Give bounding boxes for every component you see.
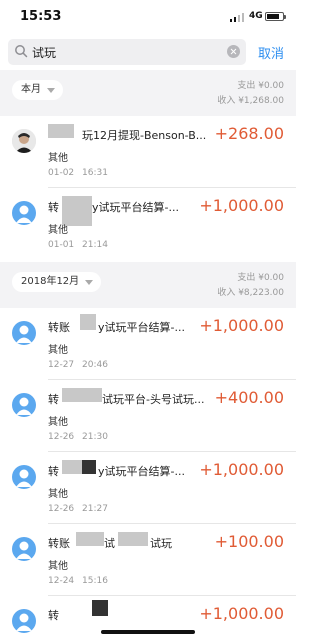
transaction-title-prefix: 转: [48, 201, 59, 214]
transaction-title: 试: [104, 537, 115, 550]
month-label: 本月: [21, 84, 41, 95]
transaction-row[interactable]: 转账 y试玩平台结算-... +1,000.00 其他 12-27 20:46: [0, 308, 296, 380]
status-time: 15:53: [20, 9, 62, 24]
avatar: [12, 321, 36, 345]
transaction-title: 试玩平台-头号试玩...: [102, 393, 205, 406]
month-income: 收入 ¥1,268.00: [217, 96, 284, 106]
transaction-title-suffix: 试玩: [150, 537, 172, 550]
transaction-amount: +100.00: [214, 532, 284, 551]
transaction-time: 21:14: [82, 240, 108, 250]
transaction-title-prefix: 转: [48, 609, 59, 622]
transaction-row[interactable]: 玩12月提现-Benson-B... +268.00 其他 01-02 16:3…: [0, 116, 296, 188]
chevron-down-icon: [47, 88, 55, 93]
avatar: [12, 465, 36, 489]
transaction-amount: +1,000.00: [199, 604, 284, 623]
transaction-date: 01-01: [48, 240, 75, 250]
transaction-category: 其他: [48, 153, 68, 164]
redacted-block: [118, 532, 148, 546]
month-summary: 支出 ¥0.00 收入 ¥1,268.00: [217, 79, 284, 109]
transaction-date: 12-24: [48, 576, 75, 586]
transaction-time: 20:46: [82, 360, 108, 370]
month-label: 2018年12月: [21, 276, 80, 287]
transaction-amount: +1,000.00: [199, 316, 284, 335]
avatar: [12, 393, 36, 417]
transaction-category: 其他: [48, 225, 68, 236]
transaction-row[interactable]: 转 y试玩平台结算-... +1,000.00 其他 12-26 21:27: [0, 452, 296, 524]
redacted-block: [80, 314, 96, 330]
month-summary: 支出 ¥0.00 收入 ¥8,223.00: [217, 271, 284, 301]
transaction-date: 12-27: [48, 360, 75, 370]
search-icon: [15, 45, 28, 58]
avatar: [12, 201, 36, 225]
chevron-down-icon: [85, 280, 94, 285]
transaction-row[interactable]: 转 试玩平台-头号试玩... +400.00 其他 12-26 21:30: [0, 380, 296, 452]
transaction-title-prefix: 转账: [48, 537, 70, 550]
transaction-time: 15:16: [82, 576, 108, 586]
transaction-category: 其他: [48, 417, 68, 428]
transaction-time: 21:27: [82, 504, 108, 514]
home-indicator: [101, 630, 195, 634]
transaction-category: 其他: [48, 489, 68, 500]
avatar: [12, 537, 36, 561]
month-selector[interactable]: 本月: [12, 80, 63, 100]
transaction-time: 21:30: [82, 432, 108, 442]
transaction-date: 01-02: [48, 168, 75, 178]
transaction-amount: +1,000.00: [199, 196, 284, 215]
cancel-button[interactable]: 取消: [258, 43, 284, 62]
transaction-date: 12-26: [48, 432, 75, 442]
transaction-time: 16:31: [82, 168, 108, 178]
redacted-block: [76, 532, 104, 546]
month-header: 本月 支出 ¥0.00 收入 ¥1,268.00: [0, 70, 296, 116]
search-input[interactable]: 试玩: [8, 39, 246, 65]
month-expense: 支出 ¥0.00: [237, 273, 284, 283]
avatar: [12, 129, 36, 153]
redacted-block: [82, 460, 96, 474]
redacted-block: [62, 460, 82, 474]
redacted-block: [62, 388, 102, 402]
transaction-title-prefix: 转: [48, 465, 59, 478]
avatar: [12, 609, 36, 633]
status-bar: 15:53 4G: [0, 0, 296, 34]
transaction-category: 其他: [48, 345, 68, 356]
battery-icon: [265, 12, 286, 21]
transaction-category: 其他: [48, 561, 68, 572]
month-expense: 支出 ¥0.00: [237, 81, 284, 91]
clear-icon[interactable]: [227, 45, 240, 58]
search-query: 试玩: [32, 46, 57, 60]
transaction-title-prefix: 转: [48, 393, 59, 406]
redacted-block: [92, 600, 108, 616]
month-header: 2018年12月 支出 ¥0.00 收入 ¥8,223.00: [0, 262, 296, 308]
month-selector[interactable]: 2018年12月: [12, 272, 102, 292]
transaction-date: 12-26: [48, 504, 75, 514]
transaction-row[interactable]: 转账 试 试玩 +100.00 其他 12-24 15:16: [0, 524, 296, 596]
transaction-amount: +1,000.00: [199, 460, 284, 479]
transaction-title-prefix: 转账: [48, 321, 70, 334]
signal-icon: [230, 13, 244, 22]
transaction-title: y试玩平台结算-...: [92, 201, 179, 214]
transaction-title: y试玩平台结算-...: [98, 321, 185, 334]
transaction-amount: +268.00: [214, 124, 284, 143]
transaction-title: y试玩平台结算-...: [98, 465, 185, 478]
transaction-row[interactable]: 转 y试玩平台结算-... +1,000.00 其他 01-01 21:14: [0, 188, 296, 262]
month-income: 收入 ¥8,223.00: [217, 288, 284, 298]
network-type: 4G: [249, 11, 263, 21]
transaction-amount: +400.00: [214, 388, 284, 407]
transaction-title: 玩12月提现-Benson-B...: [82, 129, 207, 142]
search-bar: 试玩 取消: [0, 34, 296, 70]
redacted-block: [48, 124, 74, 138]
